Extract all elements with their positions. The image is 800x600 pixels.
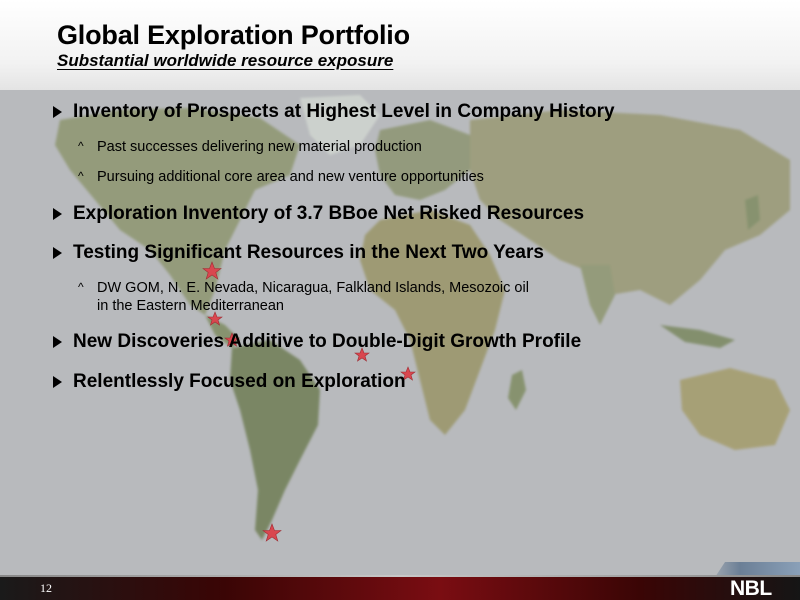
slide: Global Exploration Portfolio Substantial…: [0, 0, 800, 600]
bullet-level1: Exploration Inventory of 3.7 BBoe Net Ri…: [53, 203, 585, 225]
page-number: 12: [40, 581, 52, 595]
caret-bullet-icon: ^: [78, 280, 84, 294]
page-title: Global Exploration Portfolio: [57, 20, 410, 50]
slide-footer: 12 NBL: [0, 575, 800, 600]
triangle-bullet-icon: [53, 106, 62, 118]
bullet-text: Testing Significant Resources in the Nex…: [73, 242, 544, 263]
bullet-level2: ^ DW GOM, N. E. Nevada, Nicaragua, Falkl…: [78, 279, 529, 315]
page-subtitle: Substantial worldwide resource exposure: [57, 51, 394, 70]
bullet-text: Inventory of Prospects at Highest Level …: [73, 101, 615, 122]
caret-bullet-icon: ^: [78, 169, 84, 183]
india-shape: [580, 265, 615, 325]
triangle-bullet-icon: [53, 376, 62, 388]
bullet-level2: ^ Pursuing additional core area and new …: [78, 168, 484, 186]
bullet-text: Past successes delivering new material p…: [97, 139, 422, 155]
triangle-bullet-icon: [53, 336, 62, 348]
bullet-text-line2: in the Eastern Mediterranean: [97, 298, 284, 314]
footer-divider: [0, 575, 800, 577]
caret-bullet-icon: ^: [78, 139, 84, 153]
madagascar-shape: [508, 370, 526, 410]
bullet-level1: Relentlessly Focused on Exploration: [53, 371, 406, 393]
australia-shape: [680, 368, 790, 450]
bullet-level1: Inventory of Prospects at Highest Level …: [53, 101, 615, 123]
bullet-text: New Discoveries Additive to Double-Digit…: [73, 331, 582, 352]
south-america-shape: [230, 340, 320, 540]
indonesia-shape: [660, 325, 735, 348]
bullet-level2: ^ Past successes delivering new material…: [78, 138, 422, 156]
triangle-bullet-icon: [53, 208, 62, 220]
slide-header: Global Exploration Portfolio Substantial…: [0, 0, 800, 90]
triangle-bullet-icon: [53, 247, 62, 259]
bullet-text: Exploration Inventory of 3.7 BBoe Net Ri…: [73, 203, 585, 224]
nbl-logo: NBL: [730, 577, 772, 600]
bullet-text: Pursuing additional core area and new ve…: [97, 169, 484, 185]
bullet-text-line1: DW GOM, N. E. Nevada, Nicaragua, Falklan…: [97, 280, 529, 296]
bullet-level1: New Discoveries Additive to Double-Digit…: [53, 331, 582, 353]
bullet-text: Relentlessly Focused on Exploration: [73, 371, 406, 392]
europe-shape: [375, 120, 470, 200]
bullet-level1: Testing Significant Resources in the Nex…: [53, 242, 544, 264]
